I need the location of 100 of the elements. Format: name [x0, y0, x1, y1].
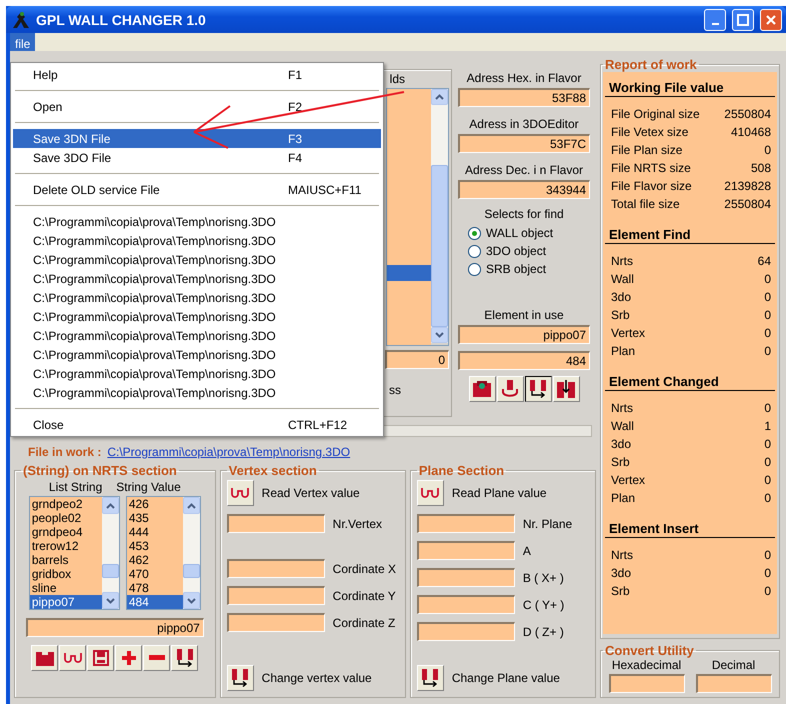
- change-button[interactable]: [226, 665, 254, 691]
- input-field[interactable]: [416, 622, 515, 641]
- bars-icon: [557, 380, 575, 398]
- input-field[interactable]: [416, 541, 515, 560]
- list-item[interactable]: 444: [126, 525, 183, 539]
- section-title: Report of work: [604, 57, 698, 72]
- input-field[interactable]: [226, 613, 325, 632]
- report-label: Wall: [611, 419, 634, 433]
- menu-item[interactable]: Help F1: [13, 65, 381, 84]
- menu-item[interactable]: Delete OLD service File MAIUSC+F11: [13, 180, 381, 199]
- menu-item[interactable]: C:\Programmi\copia\prova\Temp\norisng.3DO: [13, 326, 381, 345]
- report-value: 2139828: [724, 179, 771, 193]
- scroll-up-button[interactable]: [182, 497, 200, 514]
- input-field[interactable]: [416, 595, 515, 614]
- menu-item[interactable]: C:\Programmi\copia\prova\Temp\norisng.3DO: [13, 345, 381, 364]
- report-label: Nrts: [611, 548, 633, 562]
- scroll-thumb[interactable]: [182, 564, 200, 578]
- field-label: Adress Hex. in Flavor: [466, 71, 582, 85]
- list-item[interactable]: grndpeo2: [30, 497, 102, 511]
- list-item[interactable]: gridbox: [30, 567, 102, 581]
- menu-item[interactable]: Close CTRL+F12: [13, 415, 381, 434]
- menu-item[interactable]: C:\Programmi\copia\prova\Temp\norisng.3DO: [13, 383, 381, 402]
- field-label: Cordinate X: [332, 562, 396, 576]
- radio-option[interactable]: SRB object: [468, 260, 546, 278]
- file-path-link[interactable]: C:\Programmi\copia\prova\Temp\norisng.3DO: [107, 445, 350, 459]
- input-field[interactable]: [226, 559, 325, 578]
- window-title: GPL WALL CHANGER 1.0: [36, 12, 207, 28]
- report-value: 0: [764, 455, 771, 469]
- swap-icon: [231, 669, 250, 687]
- scroll-up-button[interactable]: [102, 497, 119, 514]
- tool-button[interactable]: [524, 376, 552, 402]
- scroll-down-button[interactable]: [182, 592, 200, 609]
- address-field[interactable]: 53F7C: [458, 134, 590, 153]
- scroll-up-button[interactable]: [431, 89, 448, 105]
- element-field[interactable]: pippo07: [458, 325, 590, 344]
- list-item[interactable]: sline: [30, 581, 102, 595]
- scroll-thumb[interactable]: [102, 564, 119, 578]
- menu-item[interactable]: C:\Programmi\copia\prova\Temp\norisng.3DO: [13, 364, 381, 383]
- value-field[interactable]: 484: [458, 351, 590, 370]
- radio-option[interactable]: WALL object: [468, 224, 554, 242]
- section-title: Vertex section: [228, 463, 318, 478]
- read-button[interactable]: [416, 480, 444, 506]
- column-header: List String: [48, 480, 102, 494]
- list-item[interactable]: 426: [126, 497, 183, 511]
- menu-item[interactable]: C:\Programmi\copia\prova\Temp\norisng.3DO: [13, 212, 381, 231]
- maximize-button[interactable]: [732, 8, 754, 30]
- minimize-button[interactable]: [704, 8, 726, 30]
- close-icon: [765, 14, 777, 26]
- floppy-icon: [92, 650, 109, 666]
- list-item[interactable]: barrels: [30, 553, 102, 567]
- report-label: File NRTS size: [611, 161, 691, 175]
- change-button[interactable]: [416, 665, 444, 691]
- field-label: Cordinate Z: [332, 616, 396, 630]
- menu-item[interactable]: Open F2: [13, 97, 381, 116]
- address-field[interactable]: 53F88: [458, 88, 590, 107]
- section-title: Plane Section: [418, 463, 506, 478]
- menu-item[interactable]: C:\Programmi\copia\prova\Temp\norisng.3DO: [13, 269, 381, 288]
- read-button[interactable]: [226, 480, 254, 506]
- scroll-thumb[interactable]: [431, 165, 448, 327]
- report-value: 0: [764, 548, 771, 562]
- menu-item[interactable]: C:\Programmi\copia\prova\Temp\norisng.3DO: [13, 231, 381, 250]
- string-field[interactable]: pippo07: [26, 618, 204, 637]
- input-field[interactable]: [226, 586, 325, 605]
- radio-option[interactable]: 3DO object: [468, 242, 546, 260]
- list-item[interactable]: 462: [126, 553, 183, 567]
- menu-item[interactable]: C:\Programmi\copia\prova\Temp\norisng.3DO: [13, 288, 381, 307]
- input-field[interactable]: [416, 568, 515, 587]
- list-box[interactable]: 426 435 444 453 462 470 478 484: [126, 496, 201, 610]
- field-label: A: [522, 544, 531, 558]
- button-caption: Change Plane value: [452, 671, 560, 685]
- scroll-down-button[interactable]: [431, 327, 448, 343]
- list-box[interactable]: [386, 88, 449, 346]
- list-item[interactable]: people02: [30, 511, 102, 525]
- caption-text: ss: [389, 383, 401, 397]
- counter-field[interactable]: 0: [385, 350, 449, 369]
- menu-item[interactable]: Save 3DO File F4: [13, 148, 381, 167]
- list-item[interactable]: trerow12: [30, 539, 102, 553]
- close-button[interactable]: [760, 8, 782, 30]
- list-item[interactable]: 453: [126, 539, 183, 553]
- address-field[interactable]: 343944: [458, 180, 590, 199]
- menu-item[interactable]: Save 3DN File F3: [13, 129, 381, 148]
- report-label: 3do: [611, 437, 632, 451]
- scroll-down-button[interactable]: [102, 592, 119, 609]
- list-item[interactable]: 478: [126, 581, 183, 595]
- menu-item[interactable]: file: [10, 33, 36, 51]
- input-field[interactable]: [608, 674, 684, 693]
- list-item[interactable]: 470: [126, 567, 183, 581]
- menu-item[interactable]: C:\Programmi\copia\prova\Temp\norisng.3DO: [13, 307, 381, 326]
- field-label: Cordinate Y: [332, 588, 396, 602]
- list-item[interactable]: 435: [126, 511, 183, 525]
- menu-item[interactable]: C:\Programmi\copia\prova\Temp\norisng.3DO: [13, 250, 381, 269]
- input-field[interactable]: [416, 514, 515, 533]
- list-item[interactable]: grndpeo4: [30, 525, 102, 539]
- input-field[interactable]: [226, 514, 325, 533]
- list-box[interactable]: grndpeo2 people02 grndpeo4 trerow12 barrels gridbox sline pippo07: [28, 496, 120, 610]
- report-heading: Element Changed: [605, 370, 775, 391]
- list-item[interactable]: pippo07: [30, 595, 102, 609]
- input-field[interactable]: [696, 674, 772, 693]
- list-item[interactable]: 484: [126, 595, 183, 609]
- report-label: 3do: [611, 290, 632, 304]
